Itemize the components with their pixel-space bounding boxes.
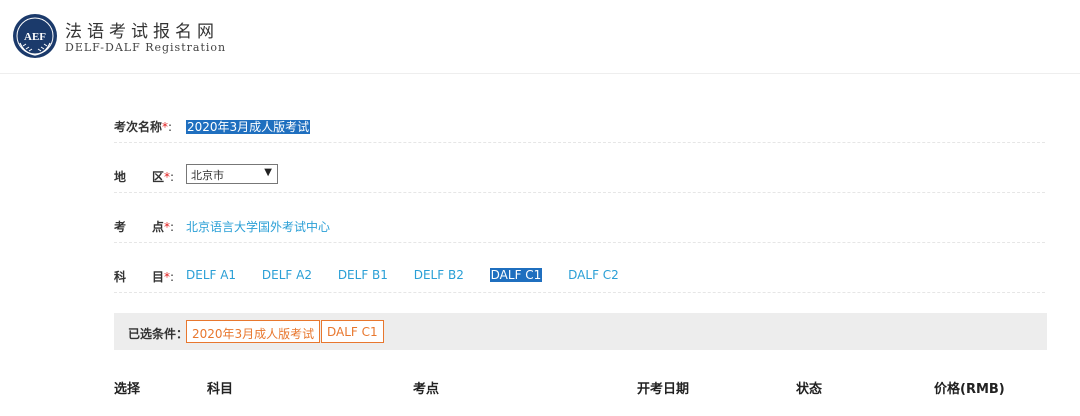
- exam-name-label: 考次名称*:: [114, 120, 173, 134]
- selected-tag-exam[interactable]: 2020年3月成人版考试: [186, 320, 321, 343]
- subject-label: 科目 *:: [114, 270, 175, 284]
- column-header-center: 考点: [413, 382, 440, 397]
- subject-option-delf-a2[interactable]: DELF A2: [262, 268, 312, 282]
- subject-option-delf-b2[interactable]: DELF B2: [414, 268, 464, 282]
- subject-option-delf-a1[interactable]: DELF A1: [186, 268, 236, 282]
- site-title: 法语考试报名网: [65, 22, 219, 42]
- subject-options: DELF A1 DELF A2 DELF B1 DELF B2 DALF C1 …: [186, 268, 641, 282]
- site-subtitle: DELF-DALF Registration: [65, 41, 227, 54]
- exam-name-value[interactable]: 2020年3月成人版考试: [186, 118, 311, 135]
- site-header: AEF 法语考试报名网 DELF-DALF Registration: [0, 0, 1080, 74]
- region-label: 地区 *:: [114, 170, 175, 184]
- aef-logo-icon[interactable]: AEF: [12, 13, 58, 59]
- center-label: 考点 *:: [114, 220, 175, 234]
- exam-name-row: 考次名称*: 2020年3月成人版考试: [114, 113, 1045, 143]
- subject-option-dalf-c1[interactable]: DALF C1: [489, 268, 543, 282]
- selected-conditions-bar: 已选条件： 2020年3月成人版考试 DALF C1: [114, 313, 1047, 350]
- column-header-select: 选择: [114, 382, 141, 397]
- center-value-link[interactable]: 北京语言大学国外考试中心: [186, 218, 330, 235]
- column-header-date: 开考日期: [637, 382, 690, 397]
- column-header-status: 状态: [796, 382, 823, 397]
- selected-tag-subject[interactable]: DALF C1: [321, 320, 384, 343]
- subject-row: 科目 *: DELF A1 DELF A2 DELF B1 DELF B2 DAL…: [114, 263, 1045, 293]
- dropdown-arrow-icon: ▼: [264, 167, 272, 178]
- column-header-price: 价格(RMB): [934, 382, 1005, 397]
- subject-option-delf-b1[interactable]: DELF B1: [338, 268, 388, 282]
- table-header: 选择 科目 考点 开考日期 状态 价格(RMB): [0, 378, 1080, 398]
- logo-lettering: AEF: [24, 31, 46, 43]
- selected-conditions-label: 已选条件：: [128, 327, 189, 341]
- subject-option-dalf-c2[interactable]: DALF C2: [568, 268, 619, 282]
- region-select-value: 北京市: [191, 169, 224, 182]
- region-row: 地区 *: 北京市 ▼: [114, 163, 1045, 193]
- column-header-subject: 科目: [207, 382, 234, 397]
- center-row: 考点 *: 北京语言大学国外考试中心: [114, 213, 1045, 243]
- region-select[interactable]: 北京市 ▼: [186, 164, 278, 184]
